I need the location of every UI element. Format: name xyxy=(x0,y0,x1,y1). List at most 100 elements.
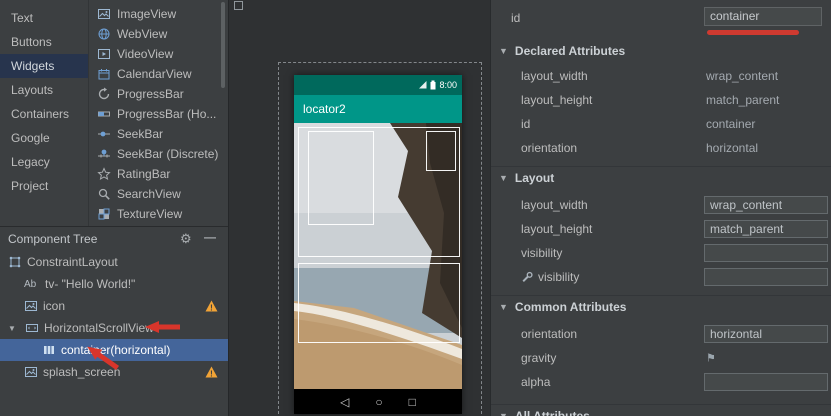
wrench-icon xyxy=(521,271,533,283)
attribute-name: orientation xyxy=(521,327,577,341)
palette-widget-textureview[interactable]: TextureView xyxy=(89,204,228,224)
nav-bar: ◁ ○ □ xyxy=(294,389,462,414)
tools-visibility-combo[interactable] xyxy=(704,268,828,286)
palette-category-project[interactable]: Project xyxy=(0,174,88,198)
attributes-panel: id container ▼ Declared Attributes layou… xyxy=(490,0,831,416)
widget-label: SeekBar xyxy=(117,127,163,141)
palette-widget-webview[interactable]: WebView xyxy=(89,24,228,44)
section-title: Common Attributes xyxy=(515,300,627,314)
textureview-icon xyxy=(97,207,111,221)
tree-item-horizontalscrollview[interactable]: ▼ HorizontalScrollView xyxy=(0,317,228,339)
palette-widget-calendarview[interactable]: CalendarView xyxy=(89,64,228,84)
gear-icon[interactable]: ⚙ xyxy=(180,231,192,247)
widget-label: ProgressBar xyxy=(117,87,184,101)
attribute-value[interactable]: wrap_content xyxy=(706,69,778,83)
attribute-row: orientation horizontal xyxy=(491,136,831,160)
palette-widget-imageview[interactable]: ImageView xyxy=(89,4,228,24)
attribute-value[interactable]: horizontal xyxy=(706,141,758,155)
attribute-row: layout_height match_parent xyxy=(491,217,831,241)
tree-item-label: icon xyxy=(43,299,65,313)
tree-item-label: container(horizontal) xyxy=(61,343,170,357)
section-common-attributes[interactable]: ▼ Common Attributes xyxy=(491,295,831,318)
widget-label: SeekBar (Discrete) xyxy=(117,147,218,161)
palette-categories: Text Buttons Widgets Layouts Containers … xyxy=(0,0,88,226)
videoview-icon xyxy=(97,47,111,61)
minimize-icon[interactable]: — xyxy=(204,230,216,244)
attribute-name: layout_height xyxy=(521,222,592,236)
attribute-name: gravity xyxy=(521,351,556,365)
palette-category-legacy[interactable]: Legacy xyxy=(0,150,88,174)
status-time: 8:00 xyxy=(439,80,457,90)
id-input[interactable]: container xyxy=(704,7,822,26)
view-bounds-child-1[interactable] xyxy=(308,131,374,225)
attribute-row: id container xyxy=(491,112,831,136)
attribute-name: id xyxy=(511,11,520,25)
layout-height-combo[interactable]: match_parent xyxy=(704,220,828,238)
annotation-arrow-horizontalscrollview xyxy=(143,319,181,335)
view-bounds-splash[interactable] xyxy=(298,263,460,343)
widget-label: VideoView xyxy=(117,47,173,61)
signal-icon xyxy=(419,81,427,89)
section-title: Declared Attributes xyxy=(515,44,625,58)
attribute-row: visibility xyxy=(491,241,831,265)
palette-widget-ratingbar[interactable]: RatingBar xyxy=(89,164,228,184)
palette-category-containers[interactable]: Containers xyxy=(0,102,88,126)
gravity-flag-icon[interactable]: ⚑ xyxy=(706,352,716,365)
palette-category-buttons[interactable]: Buttons xyxy=(0,30,88,54)
svg-text:!: ! xyxy=(210,369,213,378)
attribute-row: orientation horizontal xyxy=(491,322,831,346)
attribute-row: layout_width wrap_content xyxy=(491,193,831,217)
attribute-value[interactable]: match_parent xyxy=(706,93,779,107)
app-bar: locator2 xyxy=(294,95,462,123)
warning-icon[interactable]: ! xyxy=(205,366,218,378)
constraintlayout-icon xyxy=(8,255,22,269)
widget-list-scrollbar[interactable] xyxy=(221,2,225,88)
attribute-value[interactable]: container xyxy=(706,117,755,131)
palette-widget-progressbar-horizontal[interactable]: ProgressBar (Ho... xyxy=(89,104,228,124)
tree-item-constraintlayout[interactable]: ConstraintLayout xyxy=(0,251,228,273)
palette-widget-list: ImageView WebView VideoView CalendarView… xyxy=(88,0,228,226)
attribute-name: visibility xyxy=(521,246,562,260)
palette-widget-progressbar[interactable]: ProgressBar xyxy=(89,84,228,104)
palette-category-google[interactable]: Google xyxy=(0,126,88,150)
horizontalscrollview-icon xyxy=(25,321,39,335)
calendarview-icon xyxy=(97,67,111,81)
palette-widget-seekbar-discrete[interactable]: SeekBar (Discrete) xyxy=(89,144,228,164)
section-layout[interactable]: ▼ Layout xyxy=(491,166,831,189)
warning-icon[interactable]: ! xyxy=(205,300,218,312)
layout-width-combo[interactable]: wrap_content xyxy=(704,196,828,214)
section-declared-attributes[interactable]: ▼ Declared Attributes xyxy=(491,40,831,62)
imageview-icon xyxy=(24,365,38,379)
palette-widget-videoview[interactable]: VideoView xyxy=(89,44,228,64)
section-all-attributes[interactable]: ▼ All Attributes xyxy=(491,404,831,416)
component-tree-title: Component Tree xyxy=(8,232,97,246)
chevron-down-icon[interactable]: ▼ xyxy=(8,324,20,333)
palette-widget-searchview[interactable]: SearchView xyxy=(89,184,228,204)
alpha-input[interactable] xyxy=(704,373,828,391)
attribute-name: orientation xyxy=(521,141,577,155)
design-surface[interactable]: 8:00 locator2 xyxy=(228,0,490,416)
textview-icon: Ab xyxy=(24,279,40,290)
svg-text:!: ! xyxy=(210,303,213,312)
attribute-name: visibility xyxy=(521,270,579,284)
palette-widget-seekbar[interactable]: SeekBar xyxy=(89,124,228,144)
imageview-icon xyxy=(24,299,38,313)
status-bar: 8:00 xyxy=(294,75,462,95)
component-tree-panel: Component Tree ⚙ — ConstraintLayout Ab t… xyxy=(0,226,228,416)
device-preview[interactable]: 8:00 locator2 xyxy=(294,75,462,414)
palette-category-widgets[interactable]: Widgets xyxy=(0,54,88,78)
ratingbar-icon xyxy=(97,167,111,181)
chevron-down-icon: ▼ xyxy=(499,302,508,312)
tree-item-tv[interactable]: Ab tv- "Hello World!" xyxy=(0,273,228,295)
tree-item-icon[interactable]: icon ! xyxy=(0,295,228,317)
widget-label: TextureView xyxy=(117,207,182,221)
preview-content[interactable] xyxy=(294,123,462,389)
orientation-combo[interactable]: horizontal xyxy=(704,325,828,343)
attribute-row: visibility xyxy=(491,265,831,289)
view-bounds-child-2[interactable] xyxy=(426,131,456,171)
design-toolbar-icon[interactable] xyxy=(234,1,243,10)
palette-category-text[interactable]: Text xyxy=(0,6,88,30)
palette-category-layouts[interactable]: Layouts xyxy=(0,78,88,102)
visibility-combo[interactable] xyxy=(704,244,828,262)
widget-label: ImageView xyxy=(117,7,176,21)
